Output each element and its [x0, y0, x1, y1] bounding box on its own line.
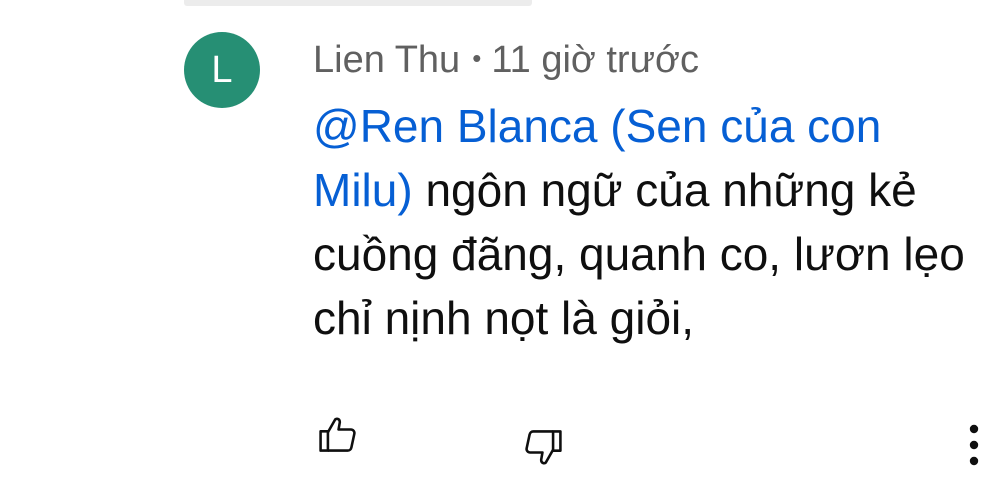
avatar[interactable]: L	[184, 32, 260, 108]
meta-separator: •	[472, 42, 482, 73]
thumb-up-icon	[319, 417, 356, 452]
comment-meta: Lien Thu • 11 giờ trước	[313, 36, 699, 86]
comment-text: @Ren Blanca (Sen của con Milu) ngôn ngữ …	[313, 94, 983, 350]
like-button[interactable]	[313, 410, 363, 460]
more-vertical-icon	[969, 424, 979, 466]
more-options-button[interactable]	[956, 418, 992, 472]
author-name[interactable]: Lien Thu	[313, 39, 460, 81]
comment-time[interactable]: 11 giờ trước	[491, 39, 699, 81]
dislike-button[interactable]	[518, 422, 568, 472]
comment-actions	[0, 410, 996, 470]
thumb-down-icon	[525, 430, 562, 465]
top-divider	[184, 0, 532, 6]
avatar-letter: L	[211, 49, 233, 91]
